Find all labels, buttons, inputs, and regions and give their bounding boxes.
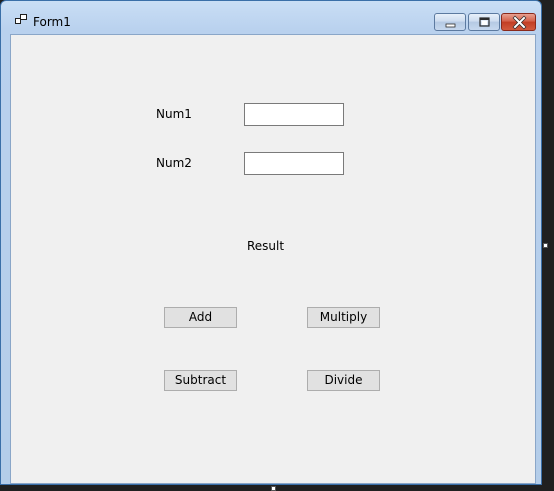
minimize-button[interactable] bbox=[434, 13, 466, 31]
resize-handle-right[interactable] bbox=[543, 243, 548, 248]
subtract-button[interactable]: Subtract bbox=[164, 370, 237, 391]
num1-input[interactable] bbox=[244, 103, 344, 126]
result-label: Result bbox=[247, 239, 285, 253]
minimize-icon bbox=[445, 23, 456, 28]
resize-handle-bottom[interactable] bbox=[271, 486, 276, 491]
form-client-area: Num1 Num2 Result Add Multiply Subtract D… bbox=[10, 34, 536, 484]
num2-label: Num2 bbox=[156, 156, 192, 170]
multiply-button[interactable]: Multiply bbox=[307, 307, 380, 328]
form-icon bbox=[15, 14, 27, 24]
form1-window: Form1 Num1 Num2 Result Add Multiply Subt… bbox=[0, 0, 542, 485]
divide-button[interactable]: Divide bbox=[307, 370, 380, 391]
maximize-icon bbox=[479, 17, 490, 27]
num1-label: Num1 bbox=[156, 107, 192, 121]
window-title: Form1 bbox=[33, 15, 71, 29]
close-button[interactable] bbox=[501, 13, 536, 31]
num2-input[interactable] bbox=[244, 152, 344, 175]
close-icon bbox=[512, 15, 527, 30]
maximize-button[interactable] bbox=[468, 13, 500, 31]
title-bar[interactable]: Form1 bbox=[1, 1, 541, 33]
add-button[interactable]: Add bbox=[164, 307, 237, 328]
